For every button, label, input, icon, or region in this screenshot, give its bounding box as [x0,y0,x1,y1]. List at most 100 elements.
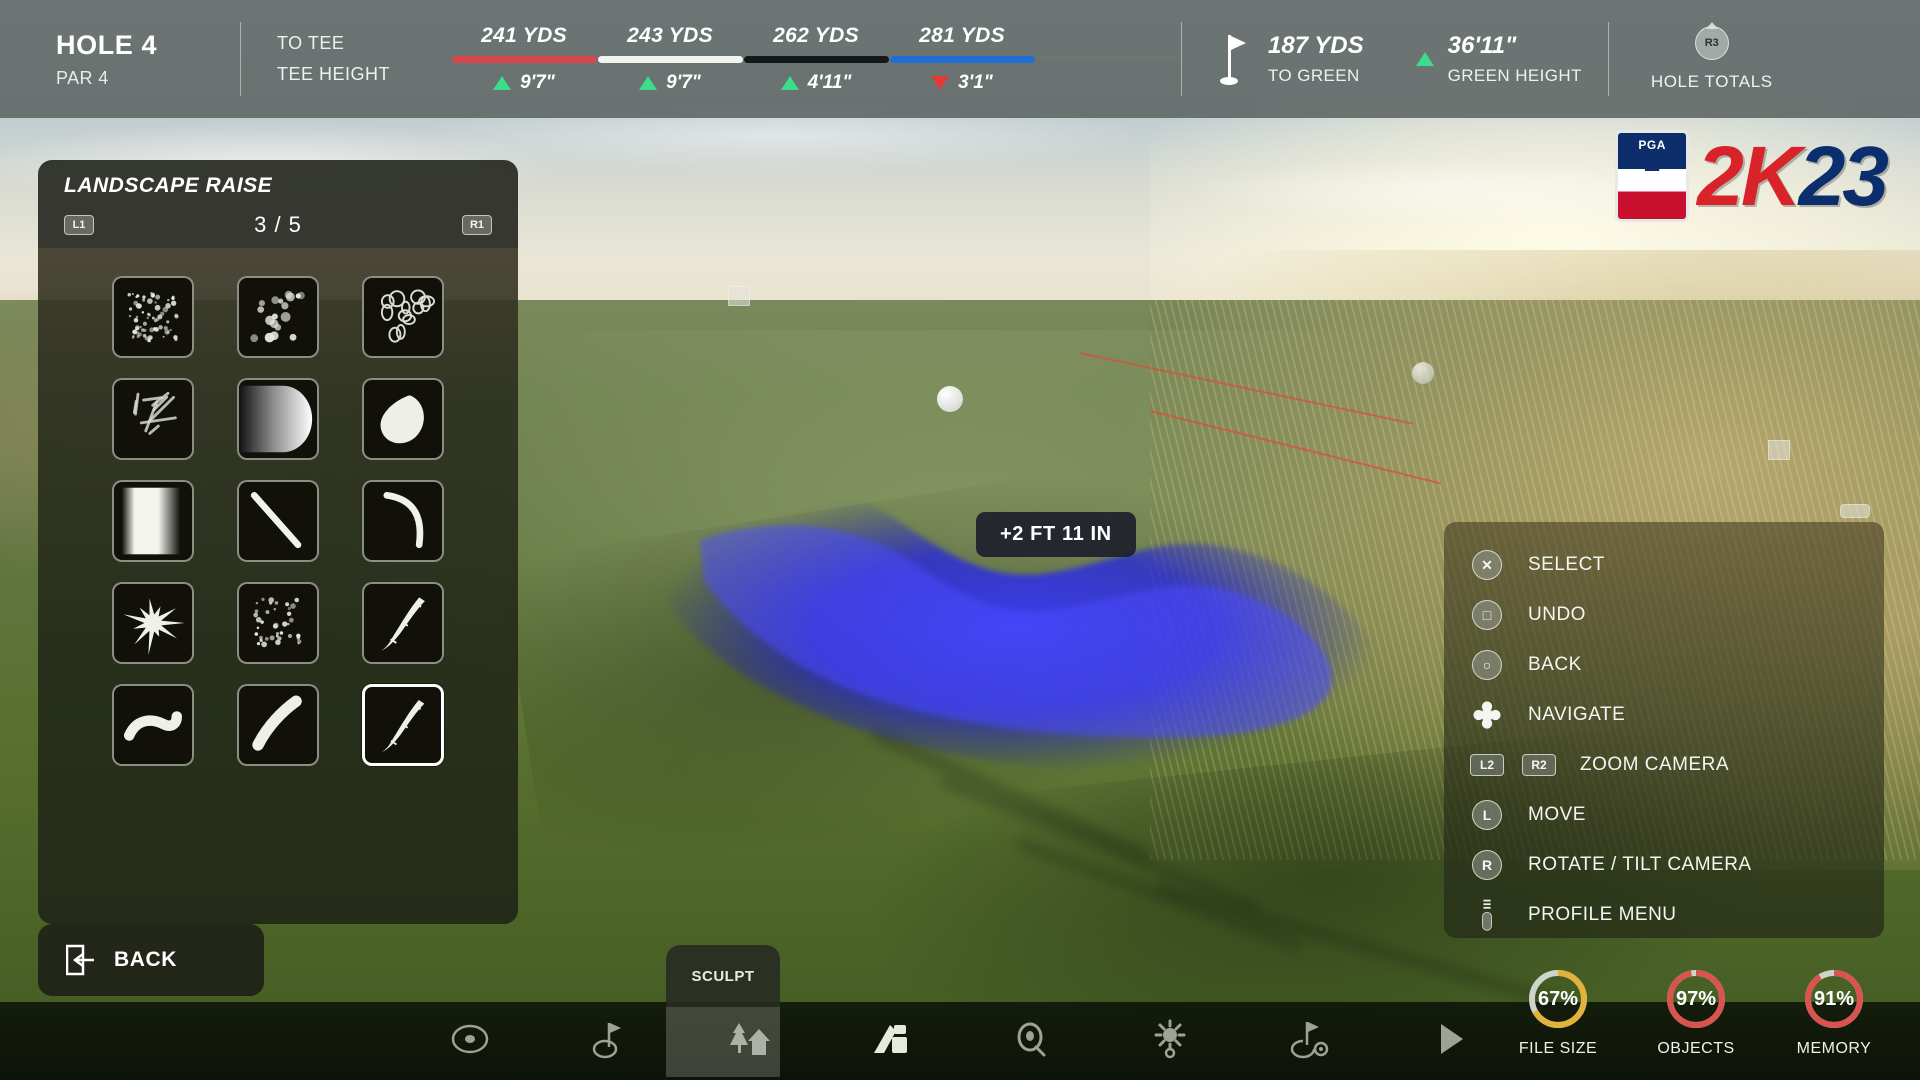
flag-icon [1216,31,1246,87]
right-stick-icon[interactable]: R [1470,850,1504,880]
logo-23: 23 [1798,129,1889,223]
next-page-key[interactable]: R1 [462,215,492,235]
settings-tool[interactable] [1240,1002,1380,1080]
trigger-key[interactable]: L2 [1470,754,1504,776]
left-stick-icon[interactable]: L [1470,800,1504,830]
teardrop-blob-brush[interactable] [362,378,445,460]
button-glyph[interactable]: R [1472,850,1502,880]
prev-page-key[interactable]: L1 [64,215,94,235]
terrain-tool[interactable] [400,1002,540,1080]
thin-spatter-brush[interactable] [236,582,319,664]
green-height-value: 36'11" [1447,32,1517,59]
ball-marker [937,386,963,412]
tee-elevation: 4'11" [780,72,851,94]
resource-stats: 67% FILE SIZE 97% OBJECTS 91% MEMORY [1510,968,1882,1058]
tee-marker[interactable]: 262 YDS 4'11" [743,24,889,94]
tee-marker[interactable]: 281 YDS 3'1" [889,24,1035,94]
hole-info-header: HOLE 4 PAR 4 TO TEE TEE HEIGHT 241 YDS 9'… [0,0,1920,118]
elevation-tooltip: +2 FT 11 IN [976,512,1136,557]
tee-elevation: 9'7" [639,72,701,94]
ball-marker [1412,362,1434,384]
sculpt-tool[interactable] [820,1002,960,1080]
touchpad-icon[interactable] [1470,897,1504,933]
circle-button-icon[interactable]: ○ [1470,650,1504,680]
flag-circle-icon [590,1019,630,1064]
brush-panel-body [38,248,518,924]
dpad-icon[interactable] [1470,700,1504,730]
golfer-silhouette-icon: ♟ [1641,150,1663,177]
legend-label: BACK [1528,654,1582,675]
tee-distances: 241 YDS 9'7" 243 YDS 9'7" 262 YDS 4'11" 281 YD… [441,0,1181,118]
button-glyph[interactable]: ✕ [1472,550,1502,580]
legend-row: NAVIGATE [1470,690,1884,740]
button-glyph[interactable]: ○ [1472,650,1502,680]
lighting-tool[interactable] [1100,1002,1240,1080]
tee-marker[interactable] [1035,48,1181,70]
hole-section: HOLE 4 PAR 4 [0,0,240,118]
tee-elevation-value: 9'7" [520,72,555,93]
soft-worm-brush[interactable] [111,684,194,766]
legend-label: SELECT [1528,554,1605,575]
button-glyph[interactable]: □ [1472,600,1502,630]
r3-stick-icon[interactable]: R3 [1694,26,1729,60]
fine-speckle-brush[interactable] [111,276,194,358]
square-button-icon[interactable]: □ [1470,600,1504,630]
tee-color-bar [1035,56,1181,61]
hole-totals-label: HOLE TOTALS [1650,72,1773,91]
tee-color-bar [597,56,743,63]
terrain-marker [1768,440,1790,460]
to-green-text: 187 YDS TO GREEN [1268,32,1364,86]
tee-yards: 262 YDS [773,24,859,47]
play-tool[interactable] [1380,1002,1520,1080]
vertical-bar-gradient-brush[interactable] [111,480,194,562]
diagonal-stroke-brush[interactable] [236,480,319,562]
tee-elevation: 9'7" [493,72,555,94]
tee-color-bar [743,56,889,63]
cross-button-icon[interactable]: ✕ [1470,550,1504,580]
bunker-tool[interactable] [960,1002,1100,1080]
to-tee-label: TO TEE [277,33,345,53]
legend-row: ○ BACK [1470,640,1884,690]
brush-panel-header: LANDSCAPE RAISE L1 3 / 5 R1 [38,160,518,248]
hole-tool[interactable] [540,1002,680,1080]
back-button[interactable]: BACK [38,924,264,996]
game-logo: PGA ♟ TOUR 2K 23 [1615,129,1889,223]
controls-legend: ✕ SELECT □ UNDO ○ BACK NAVIGATE L2 R2 ZOOM CAMER… [1444,522,1884,938]
rough-ridge-brush[interactable] [362,582,445,664]
brush-selector-panel[interactable]: LANDSCAPE RAISE L1 3 / 5 R1 [38,160,518,924]
half-disc-gradient-brush[interactable] [236,378,319,460]
pebble-cluster-brush[interactable] [362,276,445,358]
tee-marker[interactable]: 241 YDS 9'7" [451,24,597,94]
legend-row: PROFILE MENU [1470,890,1884,940]
progress-ring: 67% [1527,968,1589,1030]
sun-icon [1150,1019,1190,1064]
long-ridge-brush[interactable] [236,684,319,766]
terrain-marker [1840,504,1870,518]
stat-value: 97% [1675,987,1717,1010]
legend-row: L2 R2 ZOOM CAMERA [1470,740,1884,790]
game-screen: HOLE 4 PAR 4 TO TEE TEE HEIGHT 241 YDS 9'… [0,0,1920,1080]
stat-file-size: 67% FILE SIZE [1510,968,1606,1058]
bunker-icon [1010,1019,1050,1064]
elevation-up-icon [1415,52,1434,66]
trigger-key[interactable]: R2 [1522,754,1556,776]
jagged-ridge-brush[interactable] [362,684,445,766]
flag-gear-icon [1288,1019,1332,1064]
tee-yards: 281 YDS [919,24,1005,47]
scribble-scratch-brush[interactable] [111,378,194,460]
stat-value: 67% [1537,987,1579,1010]
coarse-dots-brush[interactable] [236,276,319,358]
starburst-splat-brush[interactable] [111,582,194,664]
trigger-keys-icon[interactable]: L2 R2 [1470,754,1556,776]
brush-page-count: 3 / 5 [254,212,302,237]
objects-tool[interactable] [680,1002,820,1080]
button-glyph[interactable]: L [1472,800,1502,830]
stat-label: OBJECTS [1657,1040,1735,1057]
back-label: BACK [114,948,178,971]
hole-totals-button[interactable]: R3 HOLE TOTALS [1609,0,1815,118]
tee-marker[interactable]: 243 YDS 9'7" [597,24,743,94]
legend-label: NAVIGATE [1528,704,1626,725]
curved-arc-brush[interactable] [362,480,445,562]
elevation-up-icon [780,76,799,90]
tee-elevation-value: 3'1" [958,72,993,93]
